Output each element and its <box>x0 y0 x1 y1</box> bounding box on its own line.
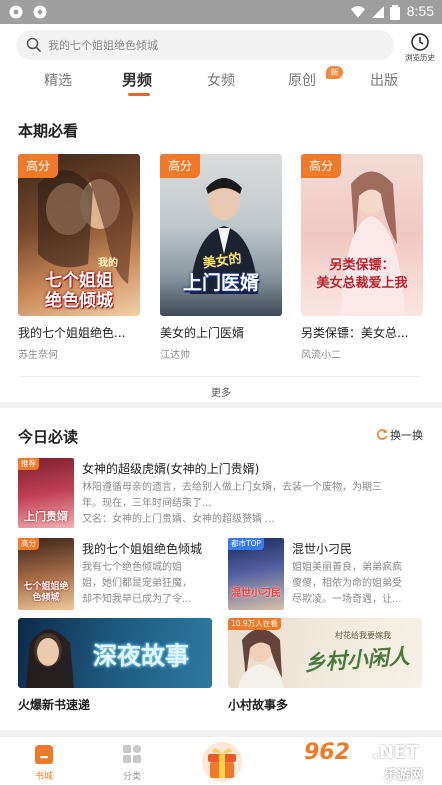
book-thumb: 高分 七个姐姐绝色倾城 <box>18 538 74 610</box>
active-tab-indicator <box>128 93 150 96</box>
book-thumb: 都市TOP 混世小刁民 <box>228 538 284 610</box>
score-tag: 高分 <box>301 154 341 178</box>
list-item[interactable]: 推荐 上门贵婿 女神的超级虎婿(女神的上门贵婿) 林阳遵循母亲的遗言，去给别人做… <box>18 458 428 528</box>
score-tag: 高分 <box>160 154 200 178</box>
item-desc-line3: 又名：女神的上门贵婿、女神的超级赘婿 ... <box>82 514 275 525</box>
nav-category[interactable]: 分类 <box>110 741 154 782</box>
category-tag: 都市TOP <box>228 538 265 550</box>
bookstore-icon <box>35 745 53 764</box>
viewers-tag: 10.9万人在看 <box>228 618 281 630</box>
book-thumb: 推荐 上门贵婿 <box>18 458 74 528</box>
item-desc-line3: 却不知我早已成为了令... <box>82 594 192 605</box>
wifi-icon <box>351 6 365 18</box>
featured-section: 本期必看 高分 我的 七个姐姐 绝色倾城 我的七个姐姐绝色... 苏生奈何 高分… <box>0 100 442 402</box>
item-desc-line1: 我有七个绝色倾城的姐 <box>82 562 182 573</box>
watermark-net: .NET <box>372 742 419 763</box>
cover-art <box>341 171 405 314</box>
daily-title: 今日必读 <box>18 428 79 446</box>
notification-icon <box>9 5 23 19</box>
new-badge: 新 <box>326 66 343 79</box>
search-icon <box>26 37 41 52</box>
tab-published[interactable]: 出版 <box>370 70 398 90</box>
daily-section: 今日必读 换一换 推荐 上门贵婿 女神的超级虎婿(女神的上门贵婿) 林阳遵循母亲… <box>0 408 442 730</box>
list-item[interactable]: 高分 七个姐姐绝色倾城 我的七个姐姐绝色倾城 我有七个绝色倾城的姐 姐，她们都是… <box>18 538 218 610</box>
list-item[interactable]: 都市TOP 混世小刁民 混世小刁民 姐姐美丽善良，弟弟疯疯 傻傻，相依为命的姐弟… <box>228 538 428 610</box>
book-author: 苏生奈何 <box>18 350 58 361</box>
banner-label: 小村故事多 <box>228 698 289 712</box>
item-desc-line2: 傻傻，相依为命的姐弟受 <box>292 578 402 589</box>
watermark-number: 962 <box>304 740 350 765</box>
search-bar[interactable]: 我的七个姐姐绝色倾城 <box>16 30 394 60</box>
sync-icon <box>33 5 47 19</box>
history-button[interactable]: 浏览历史 <box>400 28 440 64</box>
item-title: 女神的超级虎婿(女神的上门贵婿) <box>82 462 260 476</box>
item-title: 混世小刁民 <box>292 542 353 556</box>
book-title: 美女的上门医婿 <box>160 326 245 340</box>
tab-featured[interactable]: 精选 <box>44 70 72 90</box>
nav-bookstore[interactable]: 书城 <box>22 741 66 782</box>
book-cover: 高分 我的 七个姐姐 绝色倾城 <box>18 154 140 316</box>
banner-night-stories[interactable]: 深夜故事 <box>18 618 212 688</box>
thumb-title: 混世小刁民 <box>231 588 281 599</box>
item-title: 我的七个姐姐绝色倾城 <box>82 542 203 556</box>
book-title: 我的七个姐姐绝色... <box>18 326 126 340</box>
watermark-site-name: 乐游网 <box>384 768 424 783</box>
book-title: 另类保镖：美女总... <box>301 326 409 340</box>
tab-male[interactable]: 男频 <box>122 69 152 90</box>
item-desc-line2: 姐，她们都是宠弟狂魔， <box>82 578 192 589</box>
tab-original[interactable]: 原创 <box>288 70 316 90</box>
refresh-label: 换一换 <box>390 429 423 442</box>
banner-subtitle: 村花给我要嫁我 <box>335 631 391 640</box>
battery-icon <box>390 5 400 20</box>
cover-title-line1: 另类保镖： <box>329 258 395 273</box>
cover-title-line2: 绝色倾城 <box>45 291 113 311</box>
history-label: 浏览历史 <box>405 53 435 62</box>
top-header: 我的七个姐姐绝色倾城 浏览历史 精选 男频 女频 原创 新 出版 <box>0 24 442 100</box>
search-placeholder: 我的七个姐姐绝色倾城 <box>48 39 158 52</box>
item-desc-line1: 姐姐美丽善良，弟弟疯疯 <box>292 562 402 573</box>
score-tag: 高分 <box>18 154 58 178</box>
status-time: 8:55 <box>406 3 434 19</box>
book-author: 江达帅 <box>160 350 190 361</box>
nav-label: 分类 <box>122 772 141 782</box>
book-author: 风流小二 <box>301 350 341 361</box>
gift-icon <box>202 742 242 782</box>
item-desc-line1: 林阳遵循母亲的遗言，去给别人做上门女婿，去装一个废物，为期三 <box>82 482 382 493</box>
gift-button[interactable] <box>200 738 244 782</box>
item-desc-line2: 年。现在，三年时间结束了... <box>82 498 212 509</box>
nav-label: 书城 <box>34 772 53 782</box>
thumb-title: 七个姐姐绝色倾城 <box>23 582 69 603</box>
refresh-icon <box>377 429 388 440</box>
banner-village-stories[interactable]: 10.9万人在看 村花给我要嫁我 乡村小闲人 <box>228 618 422 688</box>
clock-icon <box>411 33 429 51</box>
more-button[interactable]: 更多 <box>0 384 442 399</box>
featured-title: 本期必看 <box>18 122 79 140</box>
score-tag: 高分 <box>18 538 39 550</box>
status-bar: 8:55 <box>0 0 442 24</box>
category-icon <box>123 745 141 763</box>
signal-icon <box>372 6 384 18</box>
thumb-title: 上门贵婿 <box>24 510 68 523</box>
banner-title: 深夜故事 <box>93 642 189 670</box>
recommend-tag: 推荐 <box>18 458 39 470</box>
book-cover: 高分 另类保镖： 美女总裁爱上我 <box>301 154 423 316</box>
cover-title-line2: 美女总裁爱上我 <box>316 276 408 291</box>
cover-title-line1: 上门医婿 <box>182 272 259 294</box>
banner-label: 火爆新书速递 <box>18 698 91 712</box>
tab-female[interactable]: 女频 <box>207 70 235 90</box>
divider <box>20 376 420 377</box>
item-desc-line3: 尽欺凌。一场奇遇，让... <box>292 594 402 605</box>
site-watermark: 962 .NET 乐游网 <box>300 738 440 784</box>
book-cover: 高分 美女的 上门医婿 <box>160 154 282 316</box>
